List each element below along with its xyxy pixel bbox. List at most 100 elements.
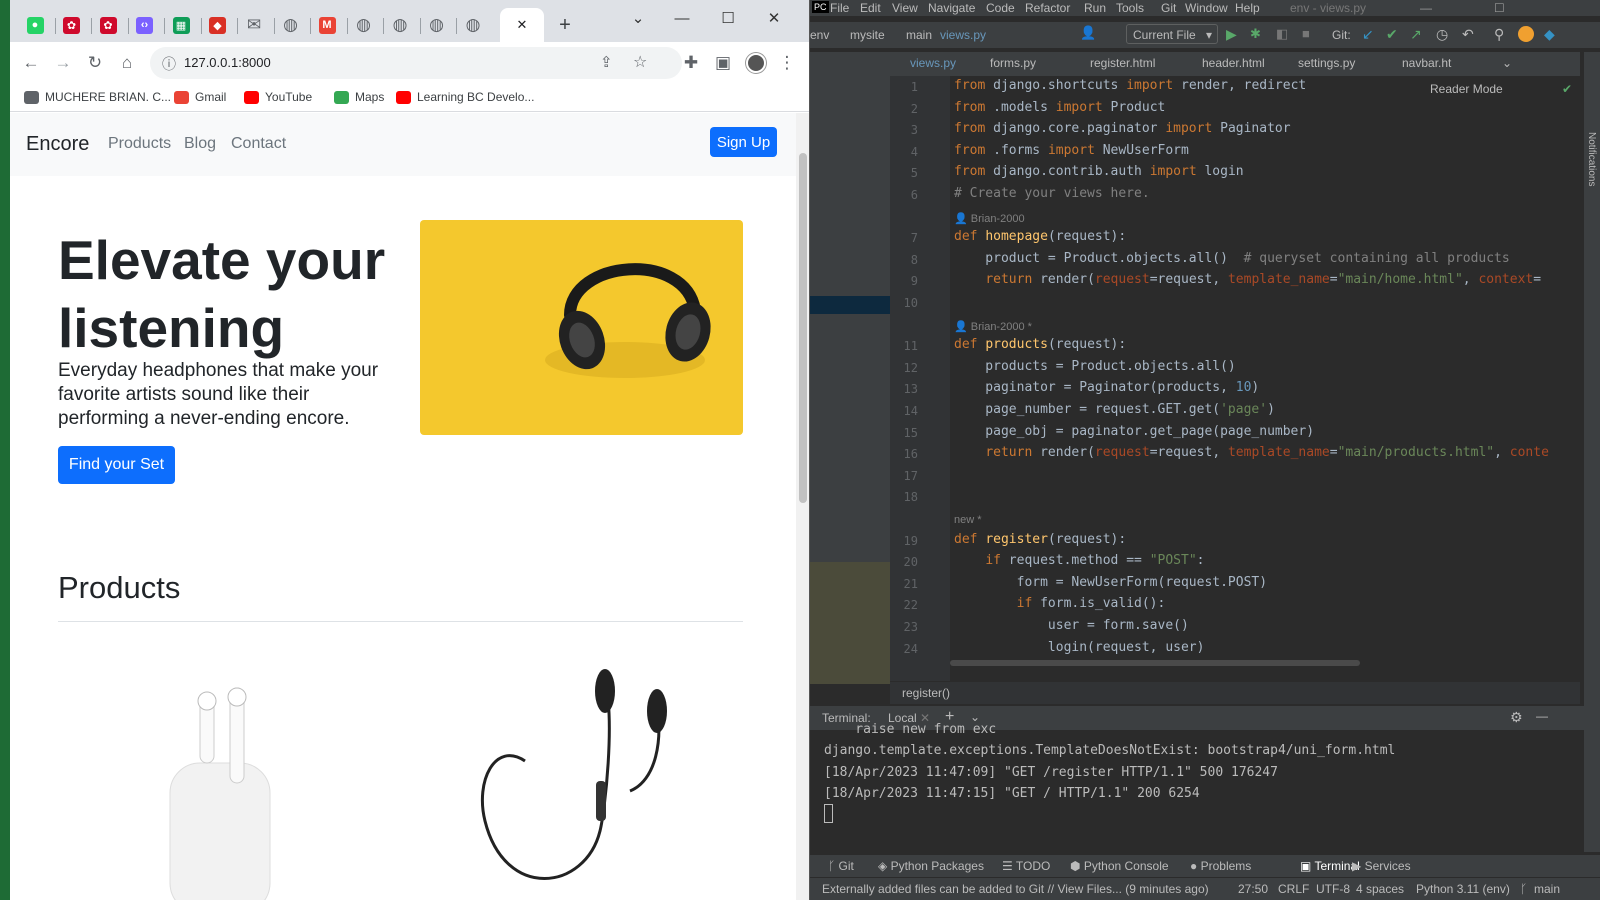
scroll-thumb[interactable] xyxy=(799,153,807,503)
code-line[interactable]: return render(request=request, template_… xyxy=(954,445,1549,460)
code-line[interactable]: from django.shortcuts import render, red… xyxy=(954,78,1306,93)
file-encoding[interactable]: UTF-8 xyxy=(1316,882,1350,896)
close-icon[interactable]: ✕ xyxy=(517,17,528,33)
browser-tab[interactable]: ✿ xyxy=(91,8,125,42)
path-breadcrumb-1[interactable]: mysite xyxy=(850,28,885,42)
extensions-button[interactable]: ✚ xyxy=(678,51,704,75)
reader-mode-toggle[interactable]: Reader Mode xyxy=(1430,82,1503,96)
run-config-dropdown[interactable]: Current File ▾ xyxy=(1126,24,1218,44)
tool-window-python-packages[interactable]: ◈ Python Packages xyxy=(878,859,984,873)
code-line[interactable]: form = NewUserForm(request.POST) xyxy=(954,575,1267,590)
code-editor[interactable]: Reader Mode ✔ from django.shortcuts impo… xyxy=(950,76,1580,681)
code-line[interactable]: login(request, user) xyxy=(954,640,1205,655)
code-line[interactable]: page_number = request.GET.get('page') xyxy=(954,402,1275,417)
nav-blog[interactable]: Blog xyxy=(184,135,216,153)
star-icon[interactable]: ☆ xyxy=(633,52,647,72)
home-button[interactable]: ⌂ xyxy=(114,51,140,75)
code-line[interactable]: def products(request): xyxy=(954,337,1126,352)
indent-setting[interactable]: 4 spaces xyxy=(1356,882,1404,896)
menu-refactor[interactable]: Refactor xyxy=(1025,1,1070,15)
menu-view[interactable]: View xyxy=(892,1,918,15)
rollback-icon[interactable]: ↶ xyxy=(1462,26,1474,43)
menu-tools[interactable]: Tools xyxy=(1116,1,1144,15)
file-breadcrumb[interactable]: views.py xyxy=(940,28,986,42)
code-line[interactable]: page_obj = paginator.get_page(page_numbe… xyxy=(954,424,1314,439)
browser-tab[interactable]: ◍ xyxy=(274,8,308,42)
menu-help[interactable]: Help xyxy=(1235,1,1260,15)
close-window-button[interactable]: ✕ xyxy=(752,6,796,30)
profile-button[interactable] xyxy=(743,51,769,75)
active-tab[interactable]: ✕ xyxy=(500,8,544,42)
editor-tab[interactable]: views.py xyxy=(910,56,956,70)
find-your-set-button[interactable]: Find your Set xyxy=(58,446,175,484)
notifications-tab[interactable]: Notifications xyxy=(1586,132,1597,186)
code-line[interactable]: def register(request): xyxy=(954,532,1126,547)
horizontal-scrollbar[interactable] xyxy=(950,660,1360,666)
code-line[interactable]: if request.method == "POST": xyxy=(954,553,1204,568)
caret-position[interactable]: 27:50 xyxy=(1238,882,1268,896)
tool-window-todo[interactable]: ☰ TODO xyxy=(1002,859,1050,873)
menu-navigate[interactable]: Navigate xyxy=(928,1,975,15)
menu-button[interactable]: ⋮ xyxy=(774,51,800,75)
browser-tab[interactable]: ◍ xyxy=(456,8,490,42)
browser-tab[interactable]: ◍ xyxy=(383,8,417,42)
code-line[interactable]: return render(request=request, template_… xyxy=(954,272,1541,287)
bookmark-item[interactable]: MUCHERE BRIAN. C... xyxy=(24,90,171,104)
share-icon[interactable]: ⇪ xyxy=(600,53,613,71)
menu-code[interactable]: Code xyxy=(986,1,1015,15)
bookmark-item[interactable]: Gmail xyxy=(174,90,226,104)
editor-tab[interactable]: settings.py xyxy=(1298,56,1355,70)
python-interpreter[interactable]: Python 3.11 (env) xyxy=(1416,882,1510,896)
tool-window-terminal[interactable]: ▣ Terminal xyxy=(1300,859,1360,873)
code-line[interactable]: # Create your views here. xyxy=(954,186,1150,201)
breadcrumb-function[interactable]: register() xyxy=(902,686,950,700)
code-line[interactable]: from django.contrib.auth import login xyxy=(954,164,1244,179)
status-message[interactable]: Externally added files can be added to G… xyxy=(822,882,1209,896)
code-line[interactable]: product = Product.objects.all() # querys… xyxy=(954,251,1509,266)
forward-button[interactable]: → xyxy=(50,51,76,75)
plugin-icon[interactable]: ◆ xyxy=(1544,26,1555,43)
line-separator[interactable]: CRLF xyxy=(1278,882,1309,896)
menu-edit[interactable]: Edit xyxy=(860,1,881,15)
menu-window[interactable]: Window xyxy=(1185,1,1228,15)
browser-tab[interactable]: ‹› xyxy=(128,8,162,42)
new-tab-button[interactable]: + xyxy=(548,8,582,42)
history-icon[interactable]: ◷ xyxy=(1436,26,1448,43)
nav-products[interactable]: Products xyxy=(108,135,171,153)
back-button[interactable]: ← xyxy=(18,51,44,75)
minimize-icon[interactable]: — xyxy=(1536,709,1548,723)
bookmark-item[interactable]: Learning BC Develo... xyxy=(396,90,534,104)
tool-window-python-console[interactable]: ⬢ Python Console xyxy=(1070,859,1169,873)
tool-window-services[interactable]: ▶ Services xyxy=(1352,859,1411,873)
debug-icon[interactable]: ✱ xyxy=(1250,26,1261,42)
code-line[interactable]: products = Product.objects.all() xyxy=(954,359,1235,374)
sign-up-button[interactable]: Sign Up xyxy=(710,127,777,157)
menu-git[interactable]: Git xyxy=(1161,1,1176,15)
browser-tab[interactable]: ◍ xyxy=(347,8,381,42)
path-breadcrumb-2[interactable]: main xyxy=(906,28,932,42)
update-icon[interactable] xyxy=(1518,26,1534,42)
code-line[interactable]: paginator = Paginator(products, 10) xyxy=(954,380,1259,395)
browser-tab[interactable]: ✿ xyxy=(55,8,89,42)
coverage-icon[interactable]: ◧ xyxy=(1276,26,1288,42)
minimize-button[interactable]: — xyxy=(660,6,704,30)
browser-tab[interactable]: ◍ xyxy=(420,8,454,42)
code-line[interactable]: from django.core.paginator import Pagina… xyxy=(954,121,1291,136)
gear-icon[interactable]: ⚙ xyxy=(1510,709,1523,726)
site-brand[interactable]: Encore xyxy=(26,133,89,156)
editor-tab[interactable]: register.html xyxy=(1090,56,1155,70)
maximize-icon[interactable]: ☐ xyxy=(1494,1,1505,15)
editor-tab[interactable]: forms.py xyxy=(990,56,1036,70)
editor-tab[interactable]: header.html xyxy=(1202,56,1265,70)
search-icon[interactable]: ⚲ xyxy=(1494,26,1504,43)
maximize-button[interactable]: ☐ xyxy=(706,6,750,30)
editor-tab[interactable]: navbar.ht xyxy=(1402,56,1451,70)
stop-icon[interactable]: ■ xyxy=(1302,26,1310,41)
terminal-output[interactable]: raise new from exc django.template.excep… xyxy=(810,722,1600,855)
browser-tab[interactable]: ▦ xyxy=(164,8,198,42)
browser-tab[interactable]: ● xyxy=(18,8,52,42)
code-line[interactable]: from .models import Product xyxy=(954,100,1165,115)
git-branch[interactable]: main xyxy=(1534,882,1560,896)
browser-tab[interactable]: ◆ xyxy=(201,8,235,42)
git-push-icon[interactable]: ↗ xyxy=(1410,26,1422,43)
